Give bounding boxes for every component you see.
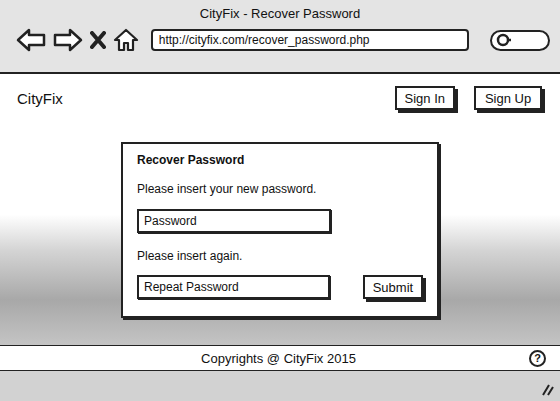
forward-arrow-icon xyxy=(53,28,83,52)
password-field[interactable]: Password xyxy=(137,209,331,233)
address-bar[interactable]: http://cityfix.com/recover_password.php xyxy=(151,29,470,51)
field-row: Password xyxy=(137,209,423,233)
page-header: CityFixSign In Sign Up xyxy=(0,74,560,120)
header-button[interactable]: Sign In xyxy=(395,86,455,110)
footer: Copyrights @ CityFix 2015? xyxy=(0,345,560,371)
logo[interactable]: CityFix xyxy=(17,90,395,107)
field-row: Repeat Password Submit xyxy=(137,275,423,299)
header-buttons: Sign In Sign Up xyxy=(395,86,542,110)
header-button[interactable]: Sign Up xyxy=(474,86,542,110)
browser-chrome: CityFix - Recover Password http://cityfix… xyxy=(0,0,560,74)
field-label: Please insert again. xyxy=(137,248,423,264)
help-button[interactable]: ? xyxy=(529,350,546,367)
submit-button[interactable]: Submit xyxy=(363,275,423,299)
window-title: CityFix - Recover Password xyxy=(0,0,560,26)
close-x-icon xyxy=(90,31,106,49)
search-field[interactable] xyxy=(490,30,550,51)
search-icon xyxy=(496,33,512,47)
recover-password-dialog: Recover Password Please insert your new p… xyxy=(121,142,439,318)
resize-grip-icon[interactable] xyxy=(540,382,554,396)
password-field[interactable]: Repeat Password xyxy=(137,275,330,299)
hero-background: Recover Password Please insert your new p… xyxy=(0,120,560,345)
status-bar xyxy=(0,371,560,401)
forward-button[interactable] xyxy=(53,27,83,53)
back-arrow-icon xyxy=(16,28,46,52)
stop-button[interactable] xyxy=(89,27,107,53)
home-icon xyxy=(113,28,139,52)
back-button[interactable] xyxy=(15,27,47,53)
browser-window: CityFix - Recover Password http://cityfix… xyxy=(0,0,560,401)
dialog-title: Recover Password xyxy=(137,152,423,168)
nav-bar: http://cityfix.com/recover_password.php xyxy=(0,26,560,52)
field-label: Please insert your new password. xyxy=(137,181,423,197)
home-button[interactable] xyxy=(113,27,139,53)
copyright-text: Copyrights @ CityFix 2015 xyxy=(0,351,529,366)
